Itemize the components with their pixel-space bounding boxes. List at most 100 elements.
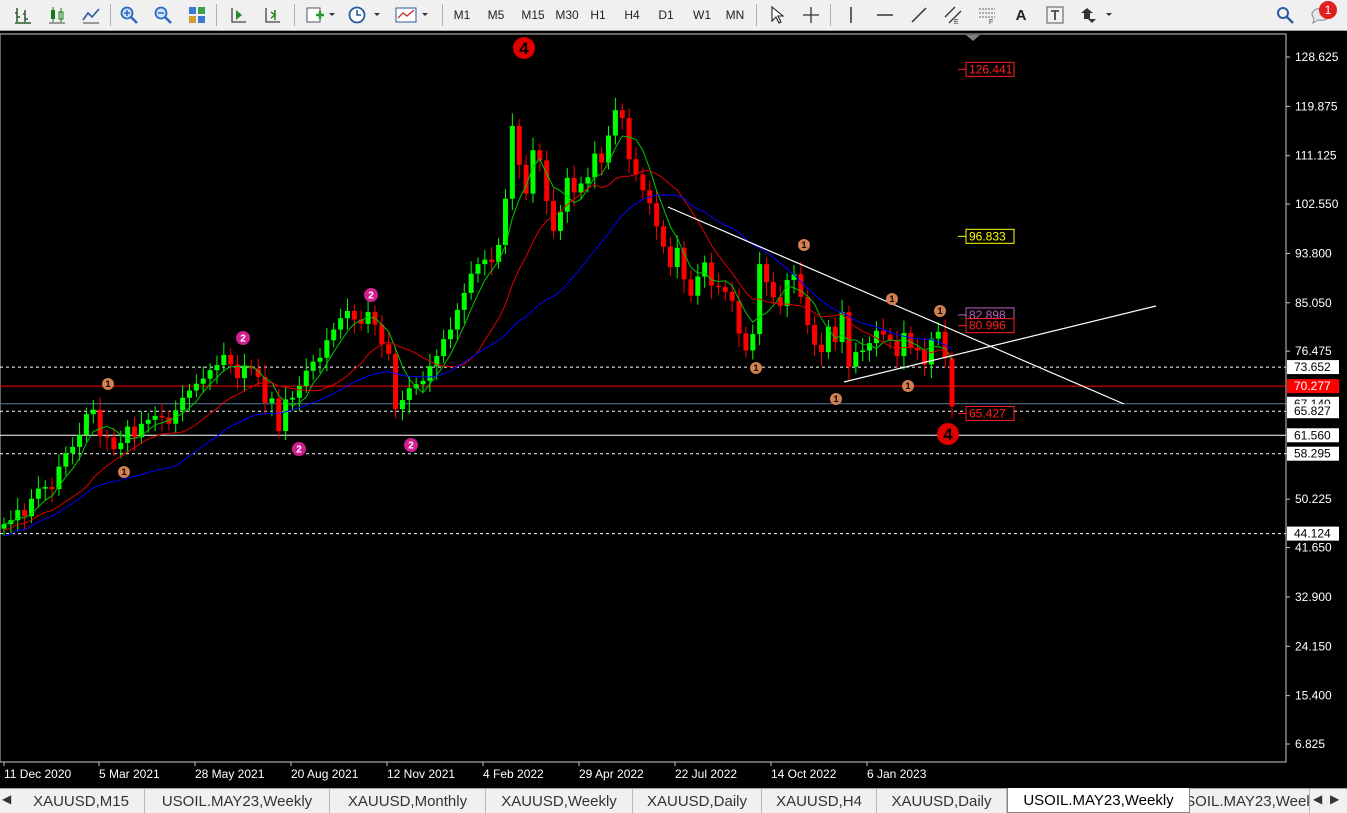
- main-toolbar: M1 M5 M15 M30 H1 H4 D1 W1 MN E F A 1: [0, 0, 1347, 31]
- arrows-button[interactable]: [1076, 3, 1116, 27]
- candle-body: [159, 415, 165, 418]
- vertical-line-button[interactable]: [838, 3, 864, 27]
- tab-scroll-left-icon[interactable]: ◀: [1313, 792, 1322, 806]
- crosshair-button[interactable]: [798, 3, 824, 27]
- price-level-label: 61.560: [1294, 428, 1331, 442]
- indicators-button[interactable]: [302, 3, 338, 27]
- candle-body: [207, 370, 213, 379]
- tab-scroll-left-icon[interactable]: ◀: [2, 792, 11, 806]
- equidistant-channel-button[interactable]: E: [940, 3, 966, 27]
- wave-label-text: 1: [937, 306, 942, 316]
- candle-body: [138, 423, 144, 438]
- chart-shift-marker-icon[interactable]: [966, 35, 980, 41]
- chart-tab[interactable]: XAUUSD,H4: [762, 789, 877, 813]
- text-icon: A: [1015, 6, 1027, 24]
- candle-body: [949, 358, 955, 407]
- text-label-button[interactable]: [1042, 3, 1068, 27]
- autoscroll-button[interactable]: [226, 3, 252, 27]
- chart-tab[interactable]: USOIL.MAY23,Weekly: [1190, 789, 1310, 813]
- price-chart[interactable]: 128.625 119.875 111.125 102.550 93.800 85.050…: [0, 31, 1347, 788]
- candle-body: [880, 330, 886, 335]
- candle-body: [49, 486, 55, 490]
- candle-body: [743, 333, 749, 351]
- chart-shift-icon: [265, 8, 280, 23]
- chart-tab[interactable]: USOIL.MAY23,Weekly: [1007, 788, 1190, 813]
- wave-label-text: 4: [519, 39, 529, 58]
- chart-tab[interactable]: XAUUSD,Weekly: [486, 789, 633, 813]
- candle-body: [290, 397, 296, 400]
- wave-label-text: 2: [408, 441, 414, 452]
- line-chart-button[interactable]: [78, 3, 104, 27]
- timeframe-m15-button[interactable]: M15: [518, 5, 548, 25]
- time-axis-label: 28 May 2021: [195, 767, 265, 781]
- price-tag-label: 65.427: [969, 406, 1006, 420]
- timeframe-mn-button[interactable]: MN: [722, 5, 748, 25]
- chart-tab[interactable]: XAUUSD,Monthly: [330, 789, 486, 813]
- cursor-button[interactable]: [764, 3, 790, 27]
- timeframe-m5-button[interactable]: M5: [484, 5, 508, 25]
- candlestick-button[interactable]: [44, 3, 70, 27]
- price-axis-label: 6.825: [1295, 737, 1325, 751]
- candle-body: [83, 414, 89, 436]
- wave-label-text: 1: [889, 294, 894, 304]
- trendline-button[interactable]: [906, 3, 932, 27]
- chart-shift-button[interactable]: [260, 3, 286, 27]
- templates-button[interactable]: [392, 3, 432, 27]
- search-icon: [1277, 7, 1294, 24]
- timeframe-d1-button[interactable]: D1: [654, 5, 678, 25]
- text-button[interactable]: A: [1008, 3, 1034, 27]
- chart-tab[interactable]: USOIL.MAY23,Weekly: [145, 789, 330, 813]
- chart-tab[interactable]: XAUUSD,Daily: [633, 789, 762, 813]
- tile-windows-button[interactable]: [184, 3, 210, 27]
- crosshair-icon: [803, 7, 819, 23]
- timeframe-h4-button[interactable]: H4: [620, 5, 644, 25]
- wave-label-text: 1: [121, 467, 126, 477]
- timeframe-m1-button[interactable]: M1: [450, 5, 474, 25]
- price-axis-label: 24.150: [1295, 639, 1332, 653]
- wave-label-text: 1: [105, 379, 110, 389]
- candle-body: [475, 264, 481, 274]
- candle-body: [420, 380, 426, 385]
- candle-body: [798, 274, 804, 297]
- candle-body: [729, 291, 735, 301]
- candle-body: [296, 385, 302, 398]
- candle-body: [736, 300, 742, 334]
- candle-body: [867, 343, 873, 351]
- wave-label-text: 1: [801, 240, 806, 250]
- price-level-label: 58.295: [1294, 447, 1331, 461]
- zoom-out-button[interactable]: [150, 3, 176, 27]
- fast-moving-average-line: [3, 135, 953, 525]
- price-axis-label: 119.875: [1295, 99, 1338, 113]
- chart-tab[interactable]: XAUUSD,Daily: [877, 789, 1007, 813]
- search-button[interactable]: [1272, 3, 1298, 27]
- notifications-button[interactable]: 1: [1306, 1, 1340, 27]
- candle-body: [262, 376, 268, 403]
- candle-body: [406, 388, 412, 401]
- timeframe-w1-button[interactable]: W1: [689, 5, 715, 25]
- chart-tab[interactable]: XAUUSD,M15: [18, 789, 145, 813]
- descending-trendline[interactable]: [667, 206, 1125, 405]
- candle-body: [70, 446, 76, 454]
- fibonacci-button[interactable]: F: [974, 3, 1000, 27]
- zoom-in-button[interactable]: [116, 3, 142, 27]
- candle-body: [509, 125, 515, 199]
- candle-body: [1, 524, 7, 529]
- candle-body: [599, 153, 605, 163]
- candle-body: [310, 361, 316, 371]
- chart-window[interactable]: 128.625 119.875 111.125 102.550 93.800 85.050…: [0, 31, 1347, 788]
- horizontal-line-button[interactable]: [872, 3, 898, 27]
- candle-body: [324, 340, 330, 358]
- time-axis-label: 11 Dec 2020: [4, 767, 71, 781]
- bar-chart-button[interactable]: [10, 3, 36, 27]
- candle-body: [633, 159, 639, 175]
- candle-body: [496, 244, 502, 262]
- candle-body: [338, 318, 344, 330]
- mid-moving-average-line: [3, 169, 953, 531]
- plot-area[interactable]: [0, 33, 1287, 763]
- candle-body: [193, 383, 199, 391]
- timeframe-m30-button[interactable]: M30: [552, 5, 582, 25]
- tab-scroll-right-icon[interactable]: ▶: [1330, 792, 1339, 806]
- periods-button[interactable]: [344, 3, 384, 27]
- wave-label-text: 2: [368, 291, 374, 302]
- timeframe-h1-button[interactable]: H1: [586, 5, 610, 25]
